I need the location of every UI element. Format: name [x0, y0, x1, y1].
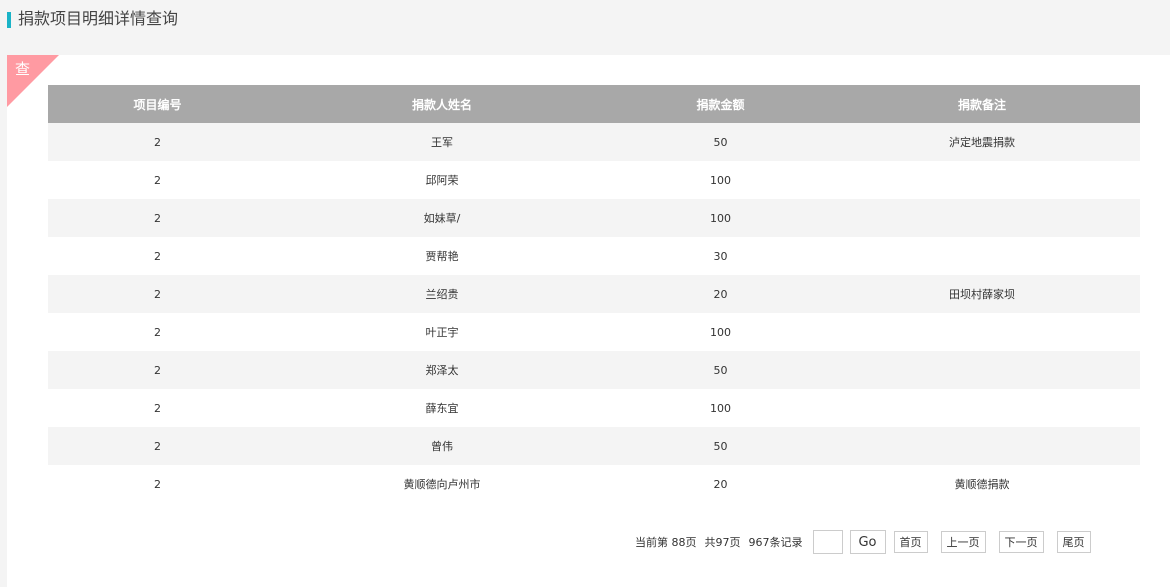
corner-ribbon-label: 查	[15, 60, 31, 78]
current-page-text: 当前第 88页	[635, 536, 697, 549]
cell-amount: 50	[617, 427, 824, 465]
cell-amount: 30	[617, 237, 824, 275]
cell-donor-name: 王军	[267, 123, 617, 161]
cell-donor-name: 如妹草/	[267, 199, 617, 237]
page-number-input[interactable]	[812, 530, 843, 554]
next-page-button[interactable]: 下一页	[998, 531, 1044, 553]
cell-amount: 50	[617, 351, 824, 389]
total-records-text: 967条记录	[748, 536, 803, 549]
cell-project-id: 2	[48, 313, 267, 351]
cell-project-id: 2	[48, 161, 267, 199]
cell-donor-name: 曾伟	[267, 427, 617, 465]
cell-remark	[824, 351, 1140, 389]
cell-project-id: 2	[48, 427, 267, 465]
cell-project-id: 2	[48, 389, 267, 427]
cell-amount: 20	[617, 275, 824, 313]
table-row: 2 薛东宜 100	[48, 389, 1140, 427]
cell-remark: 泸定地震捐款	[824, 123, 1140, 161]
table-header-row: 项目编号 捐款人姓名 捐款金额 捐款备注	[48, 85, 1140, 123]
table-row: 2 贾帮艳 30	[48, 237, 1140, 275]
cell-remark	[824, 237, 1140, 275]
cell-amount: 20	[617, 465, 824, 503]
cell-donor-name: 薛东宜	[267, 389, 617, 427]
cell-donor-name: 邱阿荣	[267, 161, 617, 199]
pagination: 当前第 88页 共97页 967条记录 Go 首页 上一页 下一页 尾页	[635, 530, 1104, 554]
cell-remark: 田坝村薛家坝	[824, 275, 1140, 313]
cell-remark	[824, 313, 1140, 351]
cell-remark	[824, 389, 1140, 427]
cell-amount: 100	[617, 161, 824, 199]
cell-amount: 50	[617, 123, 824, 161]
cell-project-id: 2	[48, 123, 267, 161]
table-row: 2 王军 50 泸定地震捐款	[48, 123, 1140, 161]
cell-donor-name: 贾帮艳	[267, 237, 617, 275]
cell-donor-name: 叶正宇	[267, 313, 617, 351]
table-row: 2 邱阿荣 100	[48, 161, 1140, 199]
last-page-button[interactable]: 尾页	[1056, 531, 1091, 553]
cell-remark	[824, 427, 1140, 465]
table-row: 2 叶正宇 100	[48, 313, 1140, 351]
cell-project-id: 2	[48, 465, 267, 503]
first-page-button[interactable]: 首页	[893, 531, 928, 553]
page-title: 捐款项目明细详情查询	[18, 9, 179, 28]
query-panel: 查 项目编号 捐款人姓名 捐款金额 捐款备注 2 王军 50 泸定地震捐款 2 …	[7, 55, 1170, 587]
table-row: 2 郑泽太 50	[48, 351, 1140, 389]
table-row: 2 曾伟 50	[48, 427, 1140, 465]
title-accent-bar	[7, 12, 11, 28]
table-row: 2 如妹草/ 100	[48, 199, 1140, 237]
cell-donor-name: 郑泽太	[267, 351, 617, 389]
table-row: 2 兰绍贵 20 田坝村薛家坝	[48, 275, 1140, 313]
cell-amount: 100	[617, 199, 824, 237]
column-header-amount: 捐款金额	[617, 85, 824, 123]
column-header-project-id: 项目编号	[48, 85, 267, 123]
cell-amount: 100	[617, 389, 824, 427]
cell-amount: 100	[617, 313, 824, 351]
cell-project-id: 2	[48, 351, 267, 389]
go-button[interactable]: Go	[849, 530, 886, 554]
cell-project-id: 2	[48, 199, 267, 237]
total-pages-text: 共97页	[704, 536, 741, 549]
donation-table: 项目编号 捐款人姓名 捐款金额 捐款备注 2 王军 50 泸定地震捐款 2 邱阿…	[48, 85, 1140, 503]
column-header-donor-name: 捐款人姓名	[267, 85, 617, 123]
cell-remark	[824, 199, 1140, 237]
cell-donor-name: 兰绍贵	[267, 275, 617, 313]
cell-remark: 黄顺德捐款	[824, 465, 1140, 503]
cell-project-id: 2	[48, 237, 267, 275]
table-row: 2 黄顺德向卢州市 20 黄顺德捐款	[48, 465, 1140, 503]
cell-project-id: 2	[48, 275, 267, 313]
cell-donor-name: 黄顺德向卢州市	[267, 465, 617, 503]
page-header: 捐款项目明细详情查询	[0, 0, 1170, 55]
column-header-remark: 捐款备注	[824, 85, 1140, 123]
prev-page-button[interactable]: 上一页	[940, 531, 986, 553]
cell-remark	[824, 161, 1140, 199]
